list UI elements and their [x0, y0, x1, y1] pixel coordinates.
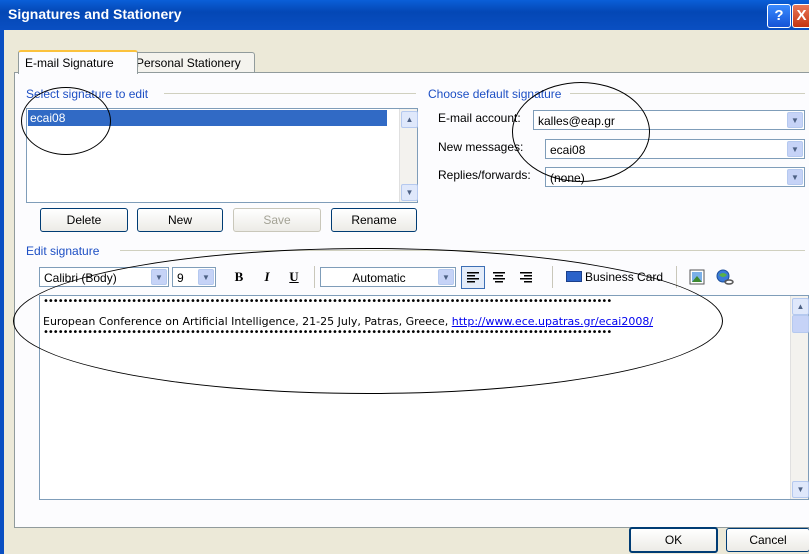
font-value: Calibri (Body): [44, 271, 117, 285]
underline-button[interactable]: U: [285, 267, 303, 287]
email-account-value: kalles@eap.gr: [538, 114, 615, 128]
scroll-up-icon[interactable]: ▲: [401, 111, 418, 128]
chevron-down-icon[interactable]: ▼: [151, 269, 167, 285]
choose-default-group-label: Choose default signature: [428, 87, 562, 101]
font-color-value: Automatic: [352, 271, 406, 285]
new-messages-value: ecai08: [550, 143, 586, 157]
replies-forwards-select[interactable]: (none) ▼: [545, 167, 805, 187]
email-account-label: E-mail account:: [438, 111, 521, 125]
toolbar-separator: [552, 266, 553, 288]
font-size-select[interactable]: 9 ▼: [172, 267, 216, 287]
align-left-icon: [467, 272, 479, 283]
chevron-down-icon[interactable]: ▼: [198, 269, 214, 285]
align-right-button[interactable]: [516, 267, 536, 287]
insert-picture-button[interactable]: [688, 267, 706, 287]
toolbar-separator: [314, 266, 315, 288]
business-card-icon: [566, 271, 582, 282]
business-card-label: Business Card: [585, 270, 664, 284]
font-color-select[interactable]: Automatic ▼: [320, 267, 456, 287]
scroll-down-icon[interactable]: ▼: [792, 481, 809, 498]
bold-button[interactable]: B: [230, 267, 248, 287]
chevron-down-icon[interactable]: ▼: [438, 269, 454, 285]
chevron-down-icon[interactable]: ▼: [787, 141, 803, 157]
signature-editor[interactable]: ••••••••••••••••••••••••••••••••••••••••…: [39, 295, 809, 500]
replies-forwards-label: Replies/forwards:: [438, 168, 531, 182]
rename-button[interactable]: Rename: [331, 208, 417, 232]
align-left-button[interactable]: [461, 266, 485, 289]
new-messages-select[interactable]: ecai08 ▼: [545, 139, 805, 159]
align-center-button[interactable]: [489, 267, 509, 287]
cancel-button[interactable]: Cancel: [726, 528, 809, 552]
window-frame-left: [0, 30, 4, 554]
help-button[interactable]: ?: [767, 4, 791, 28]
scroll-up-icon[interactable]: ▲: [792, 298, 809, 315]
scroll-down-icon[interactable]: ▼: [401, 184, 418, 201]
chevron-down-icon[interactable]: ▼: [787, 112, 803, 128]
align-right-icon: [520, 272, 532, 283]
new-button[interactable]: New: [137, 208, 223, 232]
toolbar-separator: [676, 266, 677, 288]
font-select[interactable]: Calibri (Body) ▼: [39, 267, 169, 287]
save-button[interactable]: Save: [233, 208, 321, 232]
insert-hyperlink-button[interactable]: [715, 267, 735, 287]
list-scrollbar[interactable]: ▲ ▼: [399, 109, 418, 202]
signature-dots-bottom: ••••••••••••••••••••••••••••••••••••••••…: [43, 327, 612, 338]
delete-button[interactable]: Delete: [40, 208, 128, 232]
editor-scrollbar[interactable]: ▲ ▼: [790, 296, 809, 499]
signature-dots-top: ••••••••••••••••••••••••••••••••••••••••…: [43, 296, 612, 307]
italic-button[interactable]: I: [258, 267, 276, 287]
signature-list[interactable]: ecai08 ▲ ▼: [26, 108, 418, 203]
tab-label: E-mail Signature: [25, 56, 114, 70]
new-messages-label: New messages:: [438, 140, 524, 154]
close-button[interactable]: X: [792, 4, 809, 28]
tab-personal-stationery[interactable]: Personal Stationery: [129, 52, 255, 73]
chevron-down-icon[interactable]: ▼: [787, 169, 803, 185]
hyperlink-icon: [716, 269, 734, 285]
tab-email-signature[interactable]: E-mail Signature: [18, 50, 138, 74]
list-item-ecai08[interactable]: ecai08: [28, 110, 387, 126]
email-account-select[interactable]: kalles@eap.gr ▼: [533, 110, 805, 130]
title-bar[interactable]: Signatures and Stationery ? X: [0, 0, 809, 30]
window-title: Signatures and Stationery: [8, 6, 182, 22]
picture-icon: [689, 269, 705, 285]
edit-signature-group-label: Edit signature: [26, 244, 100, 258]
font-size-value: 9: [177, 271, 184, 285]
align-center-icon: [493, 272, 505, 283]
business-card-button[interactable]: Business Card: [566, 267, 670, 287]
group-divider: [164, 93, 416, 94]
scroll-thumb[interactable]: [792, 315, 809, 333]
select-signature-group-label: Select signature to edit: [26, 87, 149, 101]
group-divider: [120, 250, 805, 251]
ok-button[interactable]: OK: [629, 527, 718, 553]
tab-label: Personal Stationery: [136, 56, 241, 70]
group-divider: [570, 93, 805, 94]
replies-forwards-value: (none): [550, 171, 585, 185]
